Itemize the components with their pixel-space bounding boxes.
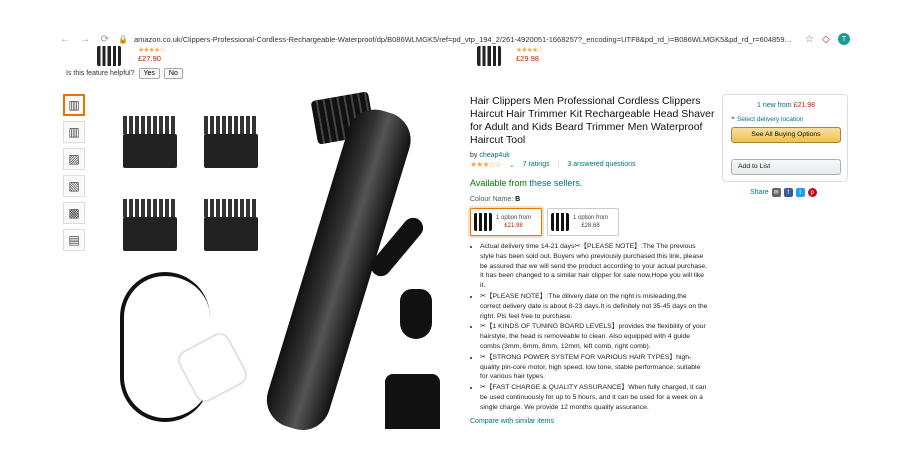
thumbnail-3[interactable]: ▨ [63, 148, 85, 170]
share-bar: Share ✉ f t p [750, 188, 817, 197]
option-image [474, 213, 492, 231]
option-image [551, 213, 569, 231]
bookmark-star-icon[interactable]: ☆ [805, 34, 814, 45]
by-prefix: by [470, 152, 478, 159]
previous-section-strip: ★★★★☆ £27.90 ★★★★☆ £29.98 [60, 46, 850, 70]
new-from[interactable]: 1 new from £21.98 [757, 102, 815, 109]
related-price: £29.98 [516, 54, 539, 63]
guide-comb-image [204, 116, 258, 168]
rating-stars-icon[interactable]: ★★★☆☆ [470, 160, 502, 169]
option-line: 1 option from [496, 215, 532, 221]
reload-icon[interactable]: ⟳ [98, 32, 112, 46]
guide-comb-image [204, 199, 258, 251]
profile-avatar[interactable]: T [838, 33, 850, 45]
related-product-thumbnail[interactable] [477, 46, 501, 66]
availability-prefix: Available from [470, 178, 527, 188]
share-label: Share [750, 189, 769, 196]
related-price: £27.90 [138, 54, 161, 63]
option-text: 1 option from £21.98 [496, 214, 531, 230]
colour-option-a[interactable]: 1 option from £21.98 [470, 208, 542, 236]
thumbnail-5[interactable]: ▩ [63, 202, 85, 224]
thumbnail-4[interactable]: ▧ [63, 175, 85, 197]
bullet-item: ✂【STRONG POWER SYSTEM FOR VARIOUS HAIR T… [480, 353, 708, 382]
address-bar[interactable]: amazon.co.uk/Clippers-Professional-Cordl… [134, 35, 795, 44]
main-product-image[interactable] [100, 91, 455, 437]
amazon-product-page: ← → ⟳ 🔒 amazon.co.uk/Clippers-Profession… [0, 0, 900, 476]
new-from-prefix: 1 new from [757, 102, 792, 109]
guide-comb-image [123, 116, 177, 168]
bullet-item: ✂【1 KINDS OF TUNING BOARD LEVELS】provide… [480, 322, 708, 351]
lock-icon: 🔒 [118, 34, 128, 44]
colour-value: B [515, 196, 521, 203]
option-price: £21.98 [504, 223, 523, 229]
colour-options: 1 option from £21.98 1 option from £28.6… [470, 208, 619, 236]
option-price: £28.68 [581, 223, 600, 229]
bullet-item: ✂【FAST CHARGE & QUALITY ASSURANCE】When f… [480, 383, 708, 412]
answered-questions-link[interactable]: 3 answered questions [567, 161, 635, 168]
availability: Available from these sellers. [470, 178, 582, 188]
sellers-link[interactable]: these sellers. [529, 178, 582, 188]
brand-line: by cheap4uk [470, 152, 510, 159]
feature-feedback: Is this feature helpful? Yes No [66, 68, 183, 79]
rating-stars-icon: ★★★★☆ [516, 47, 543, 54]
separator: | [557, 161, 560, 168]
colour-option-b[interactable]: 1 option from £28.68 [547, 208, 619, 236]
brand-link[interactable]: cheap4uk [479, 152, 509, 159]
bullet-item: ✂【PLEASE NOTE】:The dilivery date on the … [480, 292, 708, 321]
option-line: 1 option from [573, 215, 609, 221]
colour-label: Colour Name: [470, 196, 514, 203]
pinterest-icon[interactable]: p [807, 188, 817, 197]
related-product-thumbnail[interactable] [97, 46, 121, 66]
option-text: 1 option from £28.68 [573, 214, 608, 230]
delivery-location[interactable]: ⌖ Select delivery location [731, 115, 803, 123]
feedback-question: Is this feature helpful? [66, 70, 135, 77]
location-pin-icon: ⌖ [731, 115, 735, 122]
rating-stars-icon: ★★★★☆ [138, 47, 165, 54]
chevron-down-icon[interactable]: ⌄ [509, 161, 515, 169]
new-from-price: £21.98 [793, 102, 815, 109]
ratings-row: ★★★☆☆ ⌄ 7 ratings | 3 answered questions [470, 160, 715, 169]
thumbnail-2[interactable]: ▥ [63, 121, 85, 143]
facebook-icon[interactable]: f [783, 188, 793, 197]
back-icon[interactable]: ← [58, 32, 72, 46]
thumbnail-1[interactable]: ▥ [63, 94, 85, 116]
colour-name: Colour Name: B [470, 196, 520, 203]
twitter-icon[interactable]: t [795, 188, 805, 197]
guide-comb-image [123, 199, 177, 251]
compare-similar-link[interactable]: Compare with similar items [470, 418, 554, 425]
foil-head-image [385, 374, 440, 429]
forward-icon[interactable]: → [78, 32, 92, 46]
bullet-item: Actual delivery time 14-21 days✂【PLEASE … [480, 242, 708, 291]
delivery-location-text: Select delivery location [736, 115, 804, 123]
feature-bullets: Actual delivery time 14-21 days✂【PLEASE … [470, 242, 708, 414]
nose-trimmer-image [400, 289, 432, 339]
email-icon[interactable]: ✉ [771, 188, 781, 197]
ratings-link[interactable]: 7 ratings [523, 161, 550, 168]
no-button[interactable]: No [163, 68, 183, 79]
add-to-list-button[interactable]: Add to List [731, 159, 841, 175]
extension-icon[interactable]: ◇ [820, 33, 832, 45]
buy-box: 1 new from £21.98 ⌖ Select delivery loca… [722, 94, 848, 182]
product-title: Hair Clippers Men Professional Cordless … [470, 95, 715, 146]
see-all-buying-options-button[interactable]: See All Buying Options [731, 127, 841, 143]
yes-button[interactable]: Yes [138, 68, 160, 79]
thumbnail-6[interactable]: ▤ [63, 229, 85, 251]
image-thumbnails: ▥ ▥ ▨ ▧ ▩ ▤ [63, 94, 85, 251]
